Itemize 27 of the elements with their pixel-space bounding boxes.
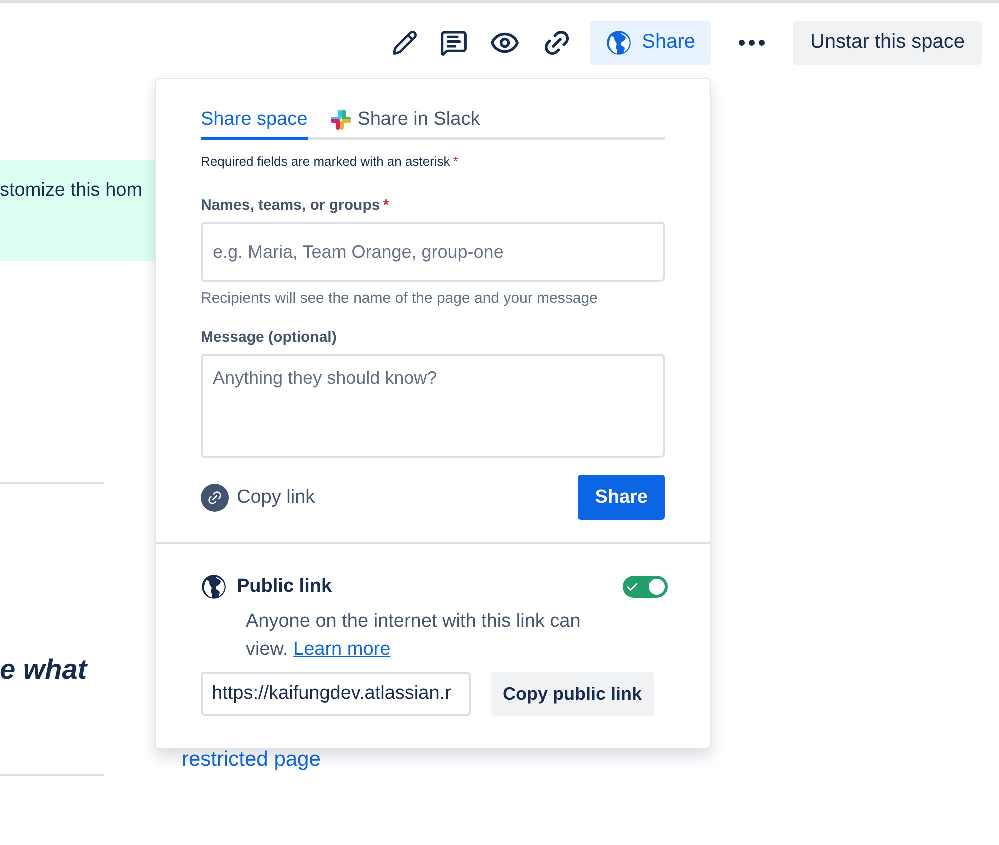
- unstar-button[interactable]: Unstar this space: [793, 20, 982, 64]
- field-label: Names, teams, or groups *: [201, 197, 390, 214]
- public-link-title: Public link: [237, 576, 332, 598]
- banner-text: stomize this hom: [0, 180, 143, 201]
- link-icon: [201, 484, 229, 512]
- share-button[interactable]: Share: [590, 20, 712, 64]
- message-field[interactable]: Anything they should know?: [201, 354, 665, 458]
- learn-more-link[interactable]: Learn more: [294, 639, 391, 660]
- slack-icon: [330, 109, 352, 131]
- field-label: Message (optional): [201, 329, 338, 346]
- globe-icon: [606, 30, 632, 56]
- public-link-toggle[interactable]: [623, 576, 668, 598]
- names-field[interactable]: e.g. Maria, Team Orange, group-one: [201, 222, 665, 282]
- globe-icon: [201, 574, 227, 600]
- public-link-description: Anyone on the internet with this link can view. Learn more: [246, 610, 582, 662]
- url-field[interactable]: https://kaifungdev.atlassian.r: [201, 672, 471, 716]
- heading: e what: [0, 654, 89, 687]
- page-link[interactable]: restricted page: [182, 748, 321, 771]
- tab[interactable]: Share in Slack: [330, 109, 480, 140]
- tab[interactable]: Share space: [201, 109, 308, 140]
- check-icon: [626, 580, 639, 594]
- share-submit-button[interactable]: Share: [578, 475, 665, 520]
- help-text: Recipients will see the name of the page and your message: [201, 290, 599, 307]
- copy-link-button[interactable]: Copy link: [201, 484, 316, 512]
- more-icon: [739, 40, 766, 46]
- required-note: Required fields are marked with an asterisk *: [201, 154, 460, 169]
- copy-public-link-button[interactable]: Copy public link: [491, 672, 654, 716]
